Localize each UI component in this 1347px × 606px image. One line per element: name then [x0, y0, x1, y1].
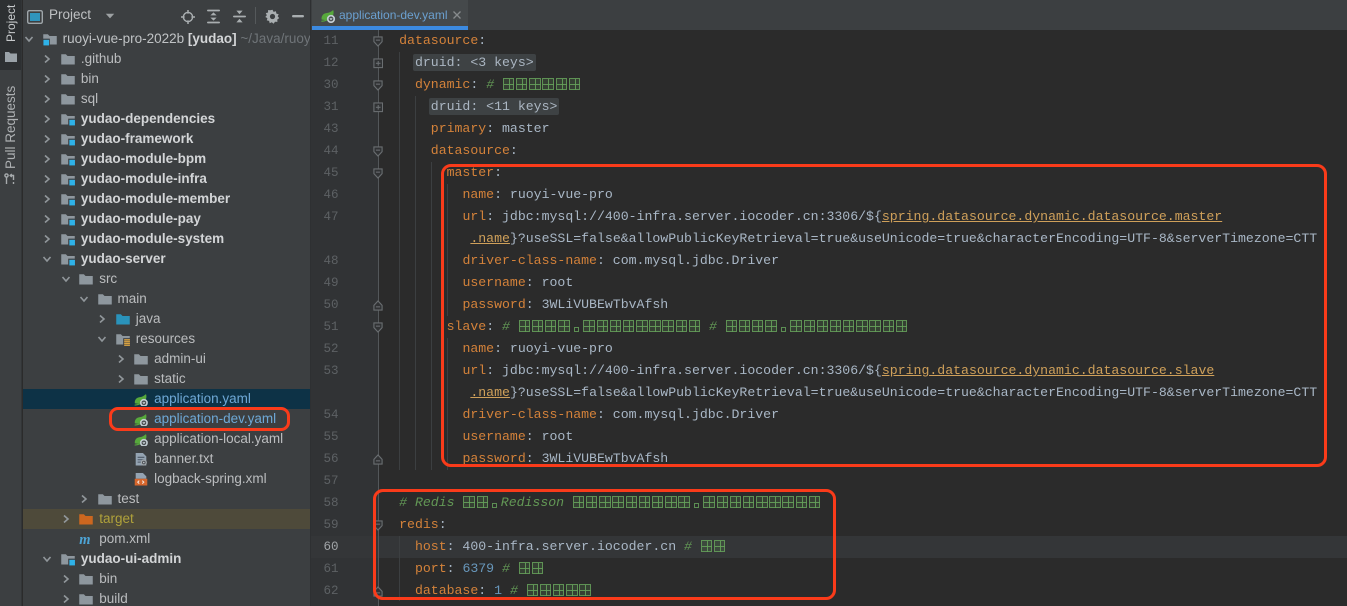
svg-text:m: m — [79, 532, 90, 546]
